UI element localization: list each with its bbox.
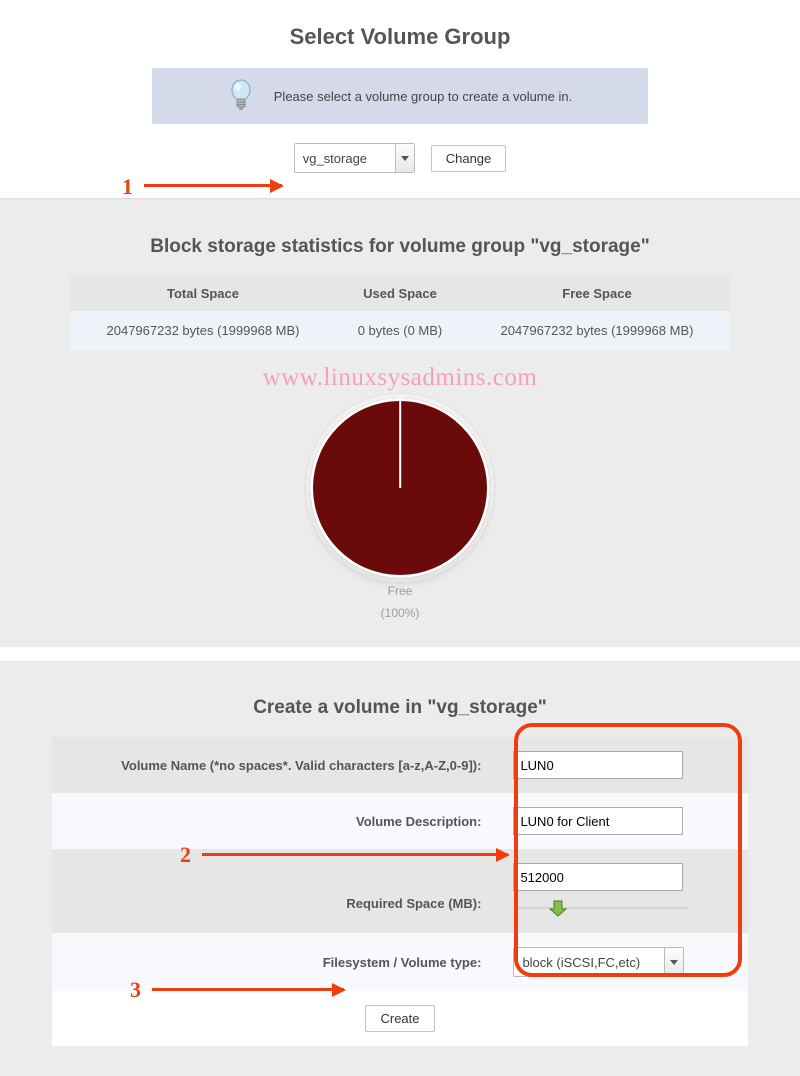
stats-row: 2047967232 bytes (1999968 MB) 0 bytes (0… xyxy=(70,311,730,350)
stats-col-total: Total Space xyxy=(70,276,336,311)
chevron-down-icon xyxy=(401,156,409,161)
create-heading: Create a volume in "vg_storage" xyxy=(26,697,774,719)
annotation-arrow-2 xyxy=(202,853,508,856)
label-volume-desc: Volume Description: xyxy=(52,793,497,849)
stats-section: Block storage statistics for volume grou… xyxy=(0,200,800,647)
hint-text: Please select a volume group to create a… xyxy=(274,89,572,104)
label-fs-type: Filesystem / Volume type: xyxy=(52,933,497,991)
vg-select-dropdown-button[interactable] xyxy=(395,144,414,172)
vg-select-value: vg_storage xyxy=(295,144,395,172)
stats-total: 2047967232 bytes (1999968 MB) xyxy=(70,311,336,350)
stats-used: 0 bytes (0 MB) xyxy=(336,311,464,350)
label-volume-name: Volume Name (*no spaces*. Valid characte… xyxy=(52,737,497,793)
annotation-highlight-box xyxy=(514,723,742,977)
create-section: Create a volume in "vg_storage" Volume N… xyxy=(0,661,800,1076)
annotation-number-3: 3 xyxy=(130,977,141,1003)
watermark-text: www.linuxsysadmins.com xyxy=(26,364,774,392)
page-title: Select Volume Group xyxy=(0,24,800,50)
pie-label-pct: (100%) xyxy=(26,606,774,622)
change-button[interactable]: Change xyxy=(431,145,507,172)
vg-select-row: vg_storage Change xyxy=(0,142,800,174)
hint-banner: Please select a volume group to create a… xyxy=(152,68,648,124)
stats-free: 2047967232 bytes (1999968 MB) xyxy=(464,311,730,350)
pie-chart-wrap: Free (100%) xyxy=(26,398,774,621)
vg-select[interactable]: vg_storage xyxy=(294,143,415,173)
pie-chart xyxy=(310,398,490,578)
annotation-number-1: 1 xyxy=(122,174,133,200)
label-required-space: Required Space (MB): xyxy=(52,849,497,933)
annotation-number-2: 2 xyxy=(180,842,191,868)
stats-col-free: Free Space xyxy=(464,276,730,311)
lightbulb-icon xyxy=(228,79,254,113)
annotation-arrow-1 xyxy=(144,184,282,187)
pie-label-name: Free xyxy=(26,584,774,600)
annotation-arrow-3 xyxy=(152,988,344,991)
row-submit: Create xyxy=(52,991,748,1046)
create-button[interactable]: Create xyxy=(365,1005,434,1032)
stats-heading: Block storage statistics for volume grou… xyxy=(26,236,774,258)
stats-table: Total Space Used Space Free Space 204796… xyxy=(70,276,730,350)
stats-col-used: Used Space xyxy=(336,276,464,311)
